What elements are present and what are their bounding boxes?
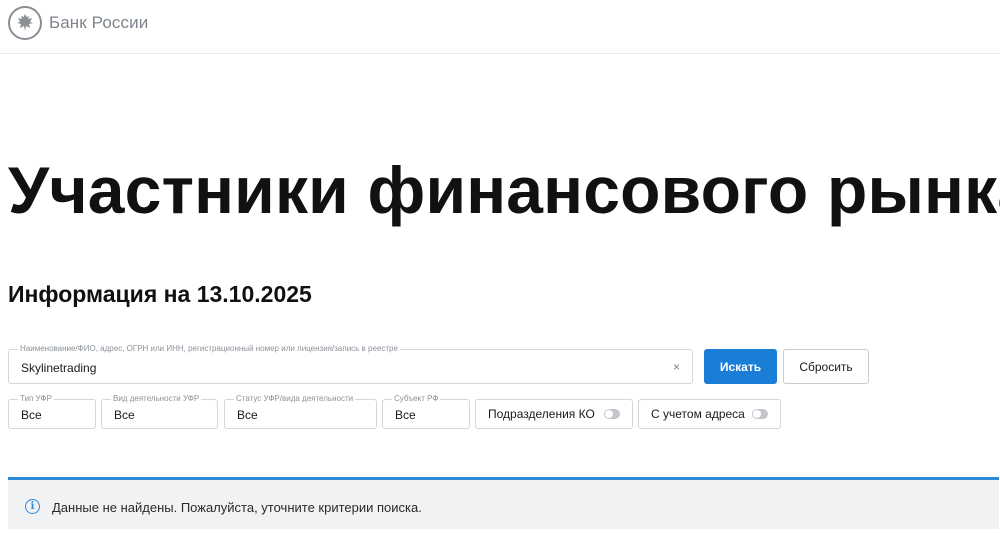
toggle-consider-address[interactable]: С учетом адреса bbox=[638, 399, 781, 429]
logo-text: Банк России bbox=[49, 13, 149, 32]
filter-label: Субъект РФ bbox=[392, 394, 441, 404]
info-date-heading: Информация на 13.10.2025 bbox=[8, 281, 312, 307]
site-header: Банк России bbox=[0, 0, 1000, 54]
bank-logo[interactable]: Банк России bbox=[8, 6, 148, 40]
info-icon: i bbox=[25, 499, 40, 514]
clear-icon[interactable]: × bbox=[673, 360, 680, 374]
search-input-label: Наименование/ФИО, адрес, ОГРН или ИНН, р… bbox=[18, 344, 400, 354]
filter-region[interactable]: Субъект РФ Все bbox=[382, 394, 470, 429]
toggle-label: С учетом адреса bbox=[651, 407, 745, 421]
filter-label: Вид деятельности УФР bbox=[111, 394, 202, 404]
page-title: Участники финансового рынка bbox=[8, 153, 1000, 227]
search-input-value: Skylinetrading bbox=[21, 361, 97, 375]
reset-button[interactable]: Сбросить bbox=[783, 349, 869, 384]
filter-activity-type[interactable]: Вид деятельности УФР Все bbox=[101, 394, 218, 429]
toggle-switch[interactable] bbox=[752, 409, 768, 419]
filter-label: Тип УФР bbox=[18, 394, 54, 404]
eagle-emblem-icon bbox=[8, 6, 42, 40]
filter-value: Все bbox=[237, 408, 258, 422]
filter-ufr-type[interactable]: Тип УФР Все bbox=[8, 394, 96, 429]
filter-status[interactable]: Статус УФР/вида деятельности Все bbox=[224, 394, 377, 429]
no-results-notice: i Данные не найдены. Пожалуйста, уточнит… bbox=[8, 477, 999, 529]
notice-text: Данные не найдены. Пожалуйста, уточните … bbox=[52, 500, 422, 515]
toggle-label: Подразделения КО bbox=[488, 407, 595, 421]
filter-value: Все bbox=[114, 408, 135, 422]
filter-label: Статус УФР/вида деятельности bbox=[234, 394, 356, 404]
filter-value: Все bbox=[21, 408, 42, 422]
toggle-switch[interactable] bbox=[604, 409, 620, 419]
toggle-credit-org-branches[interactable]: Подразделения КО bbox=[475, 399, 633, 429]
search-input[interactable]: Наименование/ФИО, адрес, ОГРН или ИНН, р… bbox=[8, 344, 693, 384]
search-button[interactable]: Искать bbox=[704, 349, 777, 384]
filter-value: Все bbox=[395, 408, 416, 422]
